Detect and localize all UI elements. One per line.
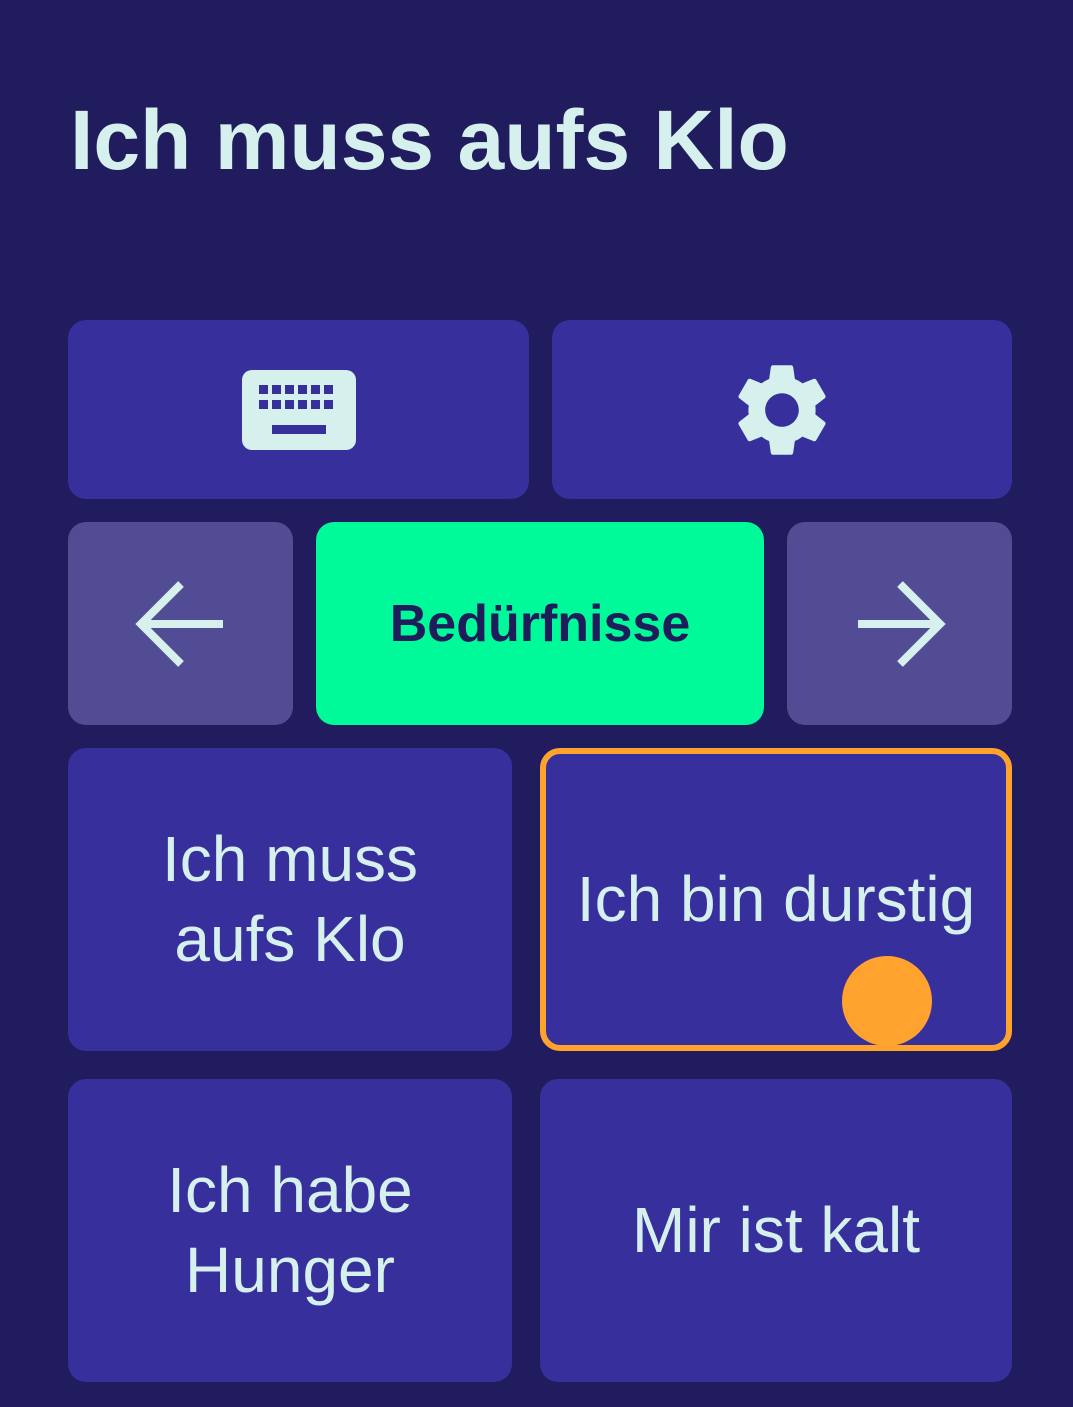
current-category-button[interactable]: Bedürfnisse xyxy=(316,522,764,725)
pointer-cursor xyxy=(842,956,932,1046)
phrase-label: Ich bin durstig xyxy=(576,862,976,935)
keyboard-button[interactable] xyxy=(68,320,529,499)
next-category-button[interactable] xyxy=(787,522,1012,725)
previous-category-button[interactable] xyxy=(68,522,293,725)
phrase-tile-mir-ist-kalt[interactable]: Mir ist kalt xyxy=(540,1079,1012,1382)
category-label: Bedürfnisse xyxy=(389,594,691,653)
phrase-tile-ich-muss-aufs-klo[interactable]: Ich muss aufs Klo xyxy=(68,748,512,1051)
arrow-left-icon xyxy=(134,578,227,670)
arrow-right-icon xyxy=(854,578,946,670)
phrase-tile-ich-habe-hunger[interactable]: Ich habe Hunger xyxy=(68,1079,512,1382)
phrase-label: Ich habe Hunger xyxy=(167,1154,413,1306)
phrase-label: Ich muss aufs Klo xyxy=(161,823,419,975)
settings-button[interactable] xyxy=(552,320,1012,499)
keyboard-icon xyxy=(241,369,356,450)
gear-icon xyxy=(726,354,838,466)
phrase-label: Mir ist kalt xyxy=(632,1193,920,1266)
phrase-tile-ich-bin-durstig[interactable]: Ich bin durstig xyxy=(540,748,1012,1051)
spoken-phrase-display: Ich muss aufs Klo xyxy=(70,93,789,187)
